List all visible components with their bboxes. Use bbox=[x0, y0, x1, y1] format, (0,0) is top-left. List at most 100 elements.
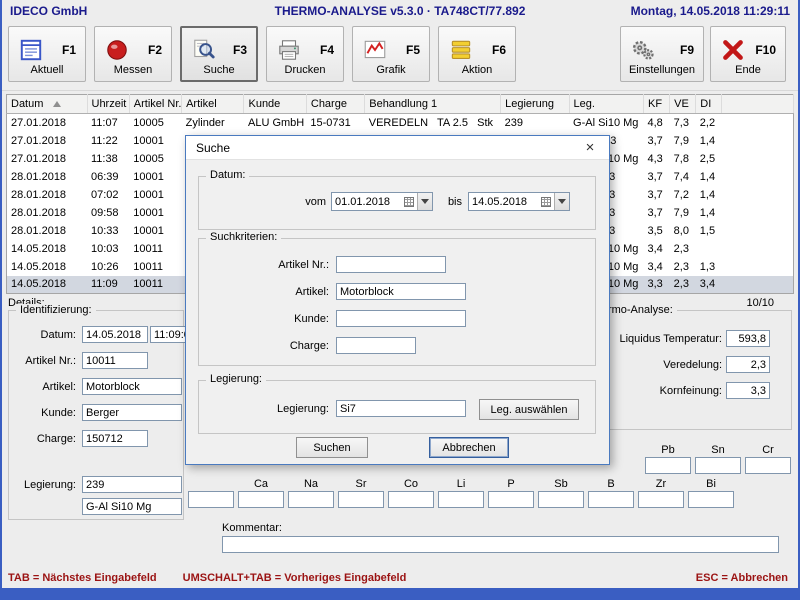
vom-label: vom bbox=[286, 196, 326, 208]
table-cell: G-Al Si10 Mg bbox=[569, 114, 643, 132]
table-cell: 2,2 bbox=[696, 114, 722, 132]
column-header-di[interactable]: DI bbox=[696, 95, 722, 114]
search-artikel-nr-input[interactable] bbox=[336, 256, 446, 273]
column-header-charge[interactable]: Charge bbox=[306, 95, 364, 114]
column-header-uhrzeit[interactable]: Uhrzeit bbox=[87, 95, 129, 114]
dropdown-arrow-icon[interactable] bbox=[417, 193, 432, 210]
column-header-artikel[interactable]: Artikel bbox=[182, 95, 244, 114]
app-titlebar: IDECO GmbH THERMO-ANALYSE v5.3.0 · TA748… bbox=[0, 0, 800, 22]
table-cell: 10011 bbox=[129, 276, 181, 294]
element-value-input-bi[interactable] bbox=[688, 491, 734, 508]
kornfeinung-value-input[interactable] bbox=[726, 382, 770, 399]
table-header-row: DatumUhrzeitArtikel Nr.ArtikelKundeCharg… bbox=[7, 95, 794, 114]
detail-artikel-nr-input[interactable] bbox=[82, 352, 148, 369]
suchen-button[interactable]: Suchen bbox=[296, 437, 368, 458]
veredelung-value-input[interactable] bbox=[726, 356, 770, 373]
line-chart-icon bbox=[362, 37, 388, 63]
toolbar-button-einstellungen[interactable]: F9 Einstellungen bbox=[620, 26, 704, 82]
table-cell: 7,8 bbox=[670, 150, 696, 168]
kommentar-input[interactable] bbox=[222, 536, 779, 553]
table-cell bbox=[722, 204, 794, 222]
column-header-legierung[interactable]: Legierung bbox=[501, 95, 569, 114]
table-cell: 3,7 bbox=[643, 168, 669, 186]
toolbar-button-aktion[interactable]: F6 Aktion bbox=[438, 26, 516, 82]
toolbar-button-ende[interactable]: F10 Ende bbox=[710, 26, 786, 82]
search-kunde-input[interactable] bbox=[336, 310, 466, 327]
element-value-input-na[interactable] bbox=[288, 491, 334, 508]
bis-label: bis bbox=[434, 196, 462, 208]
record-counter: 10/10 bbox=[746, 297, 774, 309]
element-value-input[interactable] bbox=[188, 491, 234, 508]
current-datetime: Montag, 14.05.2018 11:29:11 bbox=[525, 4, 790, 18]
table-cell: ALU GmbH bbox=[244, 114, 306, 132]
column-header-kunde[interactable]: Kunde bbox=[244, 95, 306, 114]
detail-legierung-name-input[interactable] bbox=[82, 498, 182, 515]
abbrechen-button[interactable]: Abbrechen bbox=[429, 437, 509, 458]
element-value-input-sn[interactable] bbox=[695, 457, 741, 474]
table-cell: 3,4 bbox=[696, 276, 722, 294]
column-header-kf[interactable]: KF bbox=[643, 95, 669, 114]
liquidus-value-input[interactable] bbox=[726, 330, 770, 347]
table-cell: 28.01.2018 bbox=[7, 204, 88, 222]
detail-charge-input[interactable] bbox=[82, 430, 148, 447]
detail-kunde-input[interactable] bbox=[82, 404, 182, 421]
table-cell: 3,5 bbox=[643, 222, 669, 240]
table-cell: 7,9 bbox=[670, 204, 696, 222]
identifizierung-legend: Identifizierung: bbox=[16, 304, 96, 316]
column-header-filler bbox=[722, 95, 794, 114]
table-cell: 1,4 bbox=[696, 132, 722, 150]
column-header-ve[interactable]: VE bbox=[670, 95, 696, 114]
element-label-sb: Sb bbox=[538, 478, 584, 491]
toolbar-button-messen[interactable]: F2 Messen bbox=[94, 26, 172, 82]
toolbar-button-suche[interactable]: F3 Suche bbox=[180, 26, 258, 82]
column-header-behandlung-1[interactable]: Behandlung 1 bbox=[365, 95, 501, 114]
close-icon[interactable]: × bbox=[581, 139, 599, 157]
toolbar-button-aktuell[interactable]: F1 Aktuell bbox=[8, 26, 86, 82]
element-label-cr: Cr bbox=[745, 444, 791, 457]
leg-auswaehlen-button[interactable]: Leg. auswählen bbox=[479, 399, 579, 420]
column-header-datum[interactable]: Datum bbox=[7, 95, 88, 114]
table-cell bbox=[722, 168, 794, 186]
bis-date-picker[interactable]: 14.05.2018 bbox=[468, 192, 570, 211]
element-value-input-sb[interactable] bbox=[538, 491, 584, 508]
detail-datum-input[interactable] bbox=[82, 326, 148, 343]
app-title: THERMO-ANALYSE v5.3.0 · TA748CT/77.892 bbox=[275, 4, 526, 18]
element-value-input-co[interactable] bbox=[388, 491, 434, 508]
table-cell: 3,4 bbox=[643, 240, 669, 258]
element-value-input-b[interactable] bbox=[588, 491, 634, 508]
table-cell: 2,3 bbox=[670, 240, 696, 258]
table-cell: 11:09 bbox=[87, 276, 129, 294]
element-value-input-ca[interactable] bbox=[238, 491, 284, 508]
column-header-leg[interactable]: Leg. bbox=[569, 95, 643, 114]
search-artikel-input[interactable] bbox=[336, 283, 466, 300]
element-value-input-li[interactable] bbox=[438, 491, 484, 508]
table-cell: 10001 bbox=[129, 204, 181, 222]
toolbar-button-drucken[interactable]: F4 Drucken bbox=[266, 26, 344, 82]
table-cell: 10011 bbox=[129, 240, 181, 258]
column-header-artikel-nr[interactable]: Artikel Nr. bbox=[129, 95, 181, 114]
element-value-input-sr[interactable] bbox=[338, 491, 384, 508]
table-cell bbox=[722, 186, 794, 204]
kommentar-label: Kommentar: bbox=[222, 522, 282, 534]
vom-date-picker[interactable]: 01.01.2018 bbox=[331, 192, 433, 211]
detail-artikel-input[interactable] bbox=[82, 378, 182, 395]
table-cell: 3,7 bbox=[643, 204, 669, 222]
statusbar-hint-tab: TAB = Nächstes Eingabefeld bbox=[8, 572, 157, 584]
search-charge-input[interactable] bbox=[336, 337, 416, 354]
element-value-input-cr[interactable] bbox=[745, 457, 791, 474]
table-row[interactable]: 27.01.201811:0710005ZylinderALU GmbH15-0… bbox=[7, 114, 794, 132]
gears-icon bbox=[630, 37, 656, 63]
element-value-input-pb[interactable] bbox=[645, 457, 691, 474]
element-label-sr: Sr bbox=[338, 478, 384, 491]
element-value-input-p[interactable] bbox=[488, 491, 534, 508]
element-value-input-zr[interactable] bbox=[638, 491, 684, 508]
element-row-1: PbSnCr bbox=[645, 444, 791, 474]
dialog-titlebar[interactable]: Suche × bbox=[186, 136, 609, 160]
toolbar-button-grafik[interactable]: F5 Grafik bbox=[352, 26, 430, 82]
dropdown-arrow-icon[interactable] bbox=[554, 193, 569, 210]
search-legierung-input[interactable] bbox=[336, 400, 466, 417]
table-cell: 15-0731 bbox=[306, 114, 364, 132]
statusbar-left: TAB = Nächstes Eingabefeld UMSCHALT+TAB … bbox=[8, 572, 406, 584]
detail-legierung-input[interactable] bbox=[82, 476, 182, 493]
table-cell: 2,3 bbox=[670, 258, 696, 276]
